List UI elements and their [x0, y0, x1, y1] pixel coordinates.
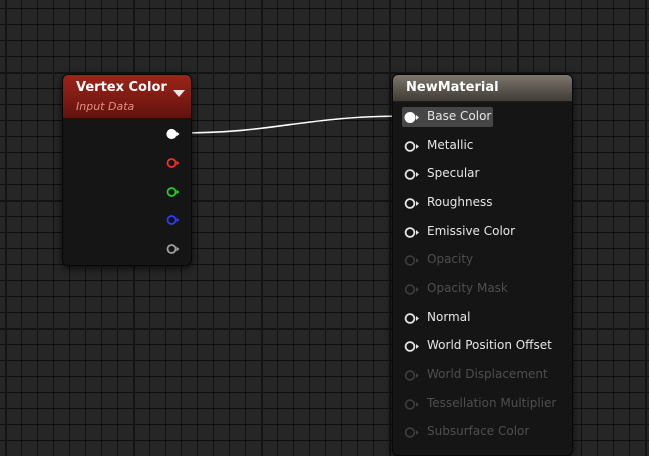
input-normal[interactable]: Normal — [401, 308, 569, 328]
material-result-node[interactable]: NewMaterial Base Color Metallic Specular — [392, 74, 573, 456]
pin-icon — [166, 215, 177, 225]
vertex-color-header[interactable]: Vertex Color Input Data — [63, 75, 191, 119]
pin-icon[interactable] — [404, 226, 420, 239]
input-label: World Displacement — [427, 367, 548, 381]
pin-icon[interactable] — [404, 340, 420, 353]
material-header[interactable]: NewMaterial — [393, 75, 572, 102]
input-label: Roughness — [427, 195, 493, 209]
input-label: Base Color — [427, 109, 492, 123]
input-opacity-mask: Opacity Mask — [401, 279, 569, 299]
output-pin-a[interactable] — [166, 243, 180, 255]
input-world-displacement: World Displacement — [401, 365, 569, 385]
input-label: Emissive Color — [427, 224, 516, 238]
input-specular[interactable]: Specular — [401, 164, 569, 184]
input-tessellation-multiplier: Tessellation Multiplier — [401, 394, 569, 414]
pin-icon[interactable] — [404, 197, 420, 210]
input-metallic[interactable]: Metallic — [401, 136, 569, 156]
input-label: Subsurface Color — [427, 424, 530, 438]
pin-icon — [166, 158, 177, 168]
pin-icon — [404, 370, 419, 381]
output-pin-b[interactable] — [166, 214, 180, 226]
input-subsurface-color: Subsurface Color — [401, 422, 569, 442]
pin-icon — [404, 399, 419, 410]
input-label: Opacity Mask — [427, 281, 508, 295]
input-label: Specular — [427, 166, 480, 180]
material-graph-canvas[interactable]: Vertex Color Input Data NewMaterial Base… — [0, 0, 649, 456]
input-world-position-offset[interactable]: World Position Offset — [401, 336, 569, 356]
input-label: World Position Offset — [427, 338, 552, 352]
input-label: Opacity — [427, 252, 474, 266]
pin-icon[interactable] — [404, 312, 420, 325]
node-subtitle: Input Data — [76, 100, 135, 113]
pin-icon[interactable] — [404, 168, 420, 181]
node-title: NewMaterial — [406, 80, 499, 95]
output-pin-r[interactable] — [166, 157, 180, 169]
input-label: Normal — [427, 310, 471, 324]
input-base-color[interactable]: Base Color — [401, 107, 569, 127]
vertex-color-node[interactable]: Vertex Color Input Data — [62, 74, 192, 266]
pin-icon — [404, 255, 419, 266]
input-emissive-color[interactable]: Emissive Color — [401, 222, 569, 242]
input-label: Metallic — [427, 138, 474, 152]
pin-icon — [166, 244, 177, 254]
pin-icon — [166, 187, 177, 197]
pin-icon — [166, 128, 177, 140]
input-opacity: Opacity — [401, 250, 569, 270]
chevron-down-icon[interactable] — [173, 90, 185, 97]
node-title: Vertex Color — [76, 80, 167, 95]
input-label: Tessellation Multiplier — [427, 396, 557, 410]
pin-icon[interactable] — [404, 111, 420, 124]
connection-wire[interactable] — [177, 115, 410, 134]
input-roughness[interactable]: Roughness — [401, 193, 569, 213]
pin-icon — [404, 427, 419, 438]
output-pin-g[interactable] — [166, 186, 180, 198]
output-pin-rgb[interactable] — [166, 128, 180, 140]
pin-icon[interactable] — [404, 140, 420, 153]
pin-icon — [404, 284, 419, 295]
